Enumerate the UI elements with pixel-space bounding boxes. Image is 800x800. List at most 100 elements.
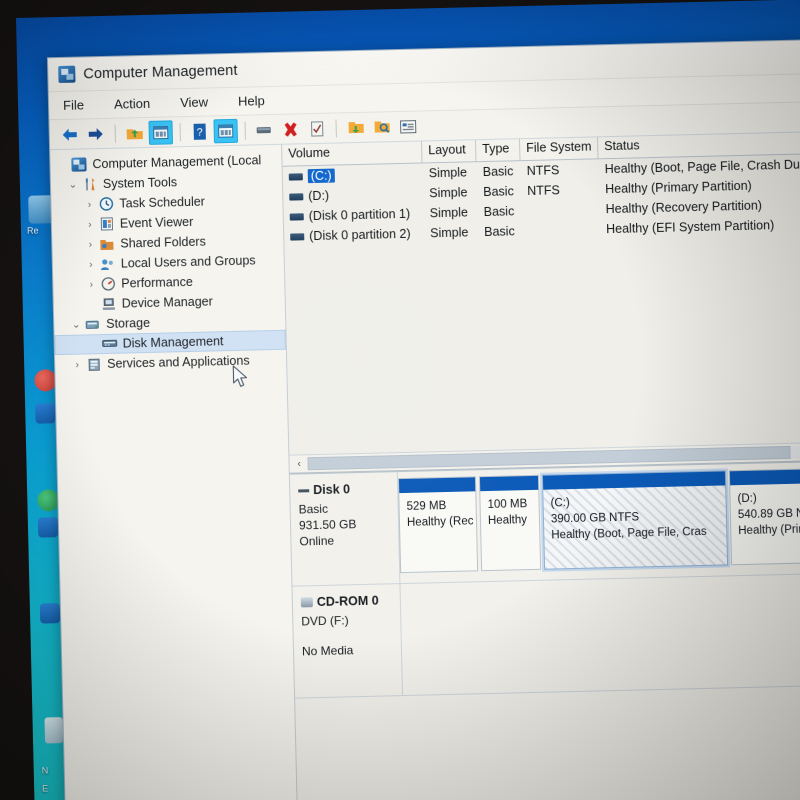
- partition-strip-disk-0: 529 MB Healthy (Rec 100 MB Healthy (C:) …: [397, 461, 800, 583]
- scroll-left-arrow-icon[interactable]: ‹: [291, 456, 306, 471]
- system-tools-icon: [81, 177, 98, 192]
- volume-icon: [289, 192, 304, 201]
- export-list-icon[interactable]: [343, 115, 368, 140]
- cell-status: Healthy (Recovery Partition): [605, 198, 763, 217]
- toolbar-separator-2: [179, 122, 181, 141]
- disk-icon: [298, 488, 310, 492]
- back-icon[interactable]: [57, 122, 82, 147]
- cell-volume: (C:): [283, 166, 423, 184]
- partition-efi[interactable]: 100 MB Healthy: [478, 474, 542, 572]
- cell-status: Healthy (Primary Partition): [605, 178, 752, 197]
- tree-item-label: Task Scheduler: [119, 194, 206, 211]
- cell-volume-label: (Disk 0 partition 2): [309, 226, 411, 244]
- performance-icon: [99, 276, 116, 291]
- disk-state: Online: [299, 533, 335, 549]
- volume-list-rows: (C:) Simple Basic NTFS Healthy (Boot, Pa…: [283, 153, 800, 455]
- partition-body: (D:) 540.89 GB NTFS Healthy (Prim: [730, 482, 800, 564]
- partition-status: Healthy: [487, 514, 528, 528]
- menu-view[interactable]: View: [178, 92, 210, 112]
- delete-icon[interactable]: [278, 117, 303, 142]
- properties-icon[interactable]: [252, 117, 277, 142]
- chevron-down-icon[interactable]: ⌄: [65, 179, 81, 190]
- disk-row-disk-0: Disk 0 Basic 931.50 GB Online 529 MB Hea…: [289, 460, 800, 587]
- desktop-icon-unknown-4[interactable]: [37, 517, 59, 538]
- cell-volume: (Disk 0 partition 2): [284, 226, 424, 243]
- tree-item-label: Services and Applications: [107, 353, 250, 371]
- cell-file-system: [522, 209, 600, 211]
- rescan-disks-icon[interactable]: [369, 115, 394, 140]
- local-users-icon: [99, 256, 116, 271]
- cell-type: Basic: [484, 224, 515, 240]
- partition-d-drive[interactable]: (D:) 540.89 GB NTFS Healthy (Prim: [728, 467, 800, 566]
- chevron-right-icon[interactable]: ›: [83, 279, 99, 290]
- disk-title: Disk 0: [298, 480, 391, 498]
- disk-title: CD-ROM 0: [300, 592, 394, 610]
- menu-file[interactable]: File: [61, 95, 86, 115]
- chevron-down-icon[interactable]: ⌄: [68, 319, 84, 330]
- refresh-icon[interactable]: [304, 116, 329, 141]
- menu-action[interactable]: Action: [112, 94, 153, 114]
- detail-view-icon[interactable]: [395, 114, 420, 139]
- cell-volume: (D:): [283, 186, 423, 203]
- forward-icon[interactable]: [83, 121, 108, 146]
- computer-management-icon: [58, 65, 76, 84]
- up-folder-icon[interactable]: [122, 120, 147, 145]
- chevron-right-icon[interactable]: ›: [82, 239, 98, 250]
- services-icon: [85, 357, 102, 372]
- computer-management-icon: [70, 157, 87, 172]
- cell-volume-label: (Disk 0 partition 1): [308, 206, 411, 224]
- desktop-icon-unknown-2[interactable]: [35, 403, 56, 424]
- disk-name: CD-ROM 0: [316, 593, 379, 610]
- screen-photo: Re N E Computer Management File Action V…: [0, 0, 800, 800]
- device-manager-icon: [100, 296, 117, 311]
- toolbar-separator-3: [244, 121, 246, 140]
- chevron-right-icon[interactable]: ›: [69, 359, 85, 370]
- desktop-icon-label-2: N: [41, 765, 49, 776]
- cdrom-empty-area: [401, 579, 800, 685]
- partition-status: Healthy (Rec: [406, 515, 474, 529]
- menu-help[interactable]: Help: [236, 91, 267, 111]
- partition-recovery[interactable]: 529 MB Healthy (Rec: [397, 476, 479, 574]
- show-action-pane-icon[interactable]: [213, 118, 238, 143]
- partition-body: (C:) 390.00 GB NTFS Healthy (Boot, Page …: [543, 485, 728, 569]
- tree-item-label: Local Users and Groups: [120, 253, 256, 271]
- chevron-right-icon[interactable]: ›: [82, 219, 98, 230]
- cell-volume: (Disk 0 partition 1): [284, 206, 424, 223]
- column-header-volume[interactable]: Volume: [282, 141, 423, 166]
- partition-status: Healthy (Prim: [738, 523, 800, 538]
- cdrom-icon: [300, 597, 313, 608]
- cell-file-system: [522, 229, 600, 231]
- cell-layout: Simple: [428, 165, 468, 181]
- tree-item-label: Device Manager: [121, 294, 213, 311]
- disk-info-disk-0[interactable]: Disk 0 Basic 931.50 GB Online: [289, 472, 401, 586]
- tree-item-services-and-applications[interactable]: › Services and Applications: [55, 350, 286, 375]
- column-header-type[interactable]: Type: [476, 139, 521, 162]
- cell-type: Basic: [482, 164, 514, 180]
- help-icon[interactable]: ?: [187, 119, 212, 144]
- tree-item-label: Shared Folders: [120, 234, 206, 251]
- tree-item-label: System Tools: [102, 175, 178, 191]
- tree-item-label: Storage: [106, 315, 151, 331]
- tree-item-label: Performance: [121, 274, 193, 291]
- graphical-disk-view: Disk 0 Basic 931.50 GB Online 529 MB Hea…: [289, 460, 800, 800]
- window-title: Computer Management: [83, 62, 238, 82]
- volume-icon: [290, 232, 305, 241]
- show-console-tree-icon[interactable]: [148, 119, 174, 145]
- cell-volume-label: (D:): [308, 188, 330, 204]
- cell-type: Basic: [483, 204, 515, 220]
- column-header-layout[interactable]: Layout: [422, 140, 477, 163]
- partition-label: (D:): [737, 492, 757, 506]
- cell-type: Basic: [483, 184, 514, 200]
- cell-layout: Simple: [429, 205, 469, 221]
- column-header-file-system[interactable]: File System: [519, 137, 599, 161]
- chevron-right-icon[interactable]: ›: [81, 199, 97, 210]
- desktop-icon-unknown-6[interactable]: [44, 717, 64, 744]
- volume-icon: [288, 172, 303, 181]
- chevron-right-icon[interactable]: ›: [83, 259, 99, 270]
- cell-volume-label: (C:): [307, 168, 335, 184]
- storage-icon: [84, 317, 101, 332]
- partition-bar: [729, 468, 800, 486]
- disk-info-cdrom-0[interactable]: CD-ROM 0 DVD (F:) No Media: [292, 584, 404, 698]
- desktop-icon-unknown-5[interactable]: [39, 603, 61, 624]
- partition-c-drive[interactable]: (C:) 390.00 GB NTFS Healthy (Boot, Page …: [541, 470, 729, 570]
